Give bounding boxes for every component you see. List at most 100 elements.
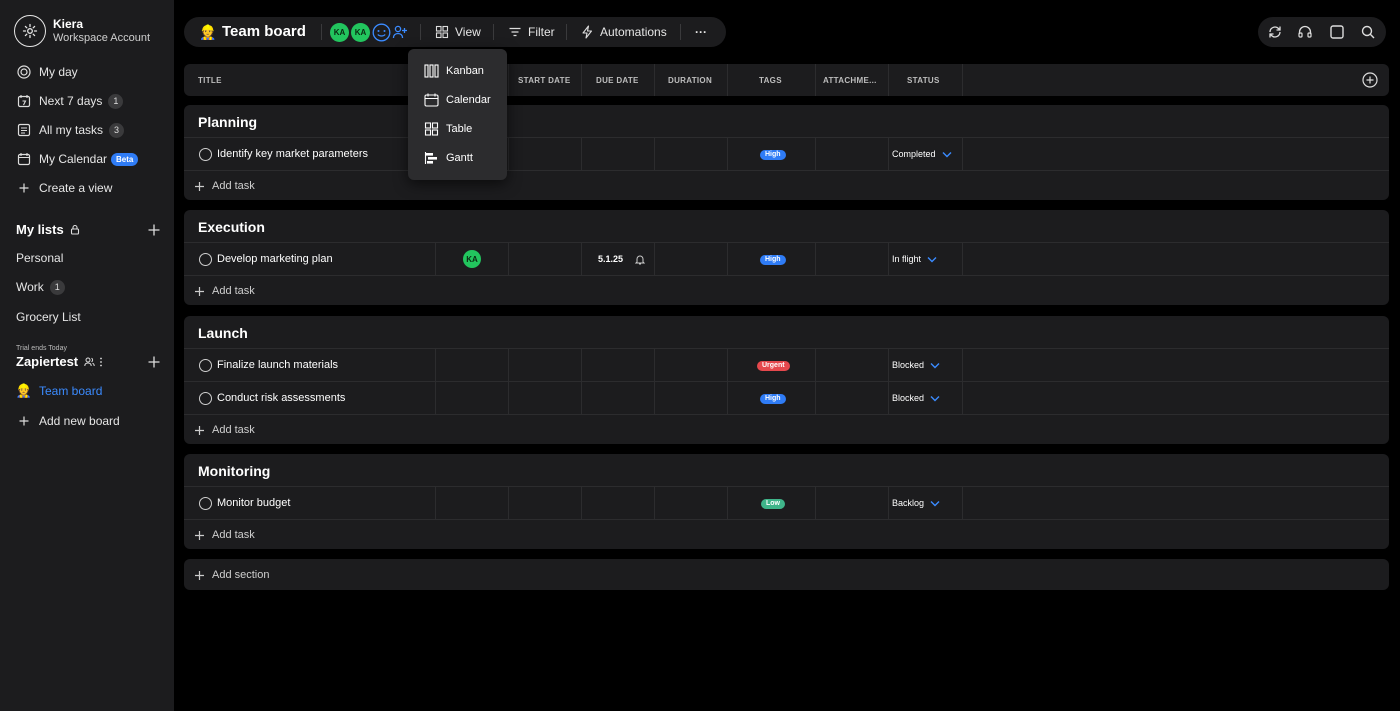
member-avatar[interactable]: KA bbox=[351, 23, 370, 42]
search-icon[interactable] bbox=[1360, 24, 1376, 40]
add-column-icon[interactable] bbox=[1362, 72, 1378, 88]
section-title[interactable]: Launch bbox=[198, 325, 248, 341]
table-row[interactable]: Identify key market parameters High Comple… bbox=[184, 137, 1389, 171]
sync-icon[interactable] bbox=[1267, 24, 1283, 40]
list-item-grocery[interactable]: Grocery List bbox=[16, 307, 81, 327]
col-title[interactable]: TITLE bbox=[198, 76, 222, 85]
table-icon bbox=[424, 122, 439, 136]
status-value: Completed bbox=[892, 149, 936, 159]
target-icon bbox=[16, 64, 32, 80]
priority-tag[interactable]: High bbox=[760, 255, 786, 265]
priority-tag[interactable]: High bbox=[760, 150, 786, 160]
filter-button[interactable]: Filter bbox=[508, 23, 555, 41]
priority-tag[interactable]: Urgent bbox=[757, 361, 790, 371]
status-dropdown[interactable]: Blocked bbox=[892, 393, 940, 403]
more-horizontal-icon: ··· bbox=[695, 25, 707, 39]
list-item-personal[interactable]: Personal bbox=[16, 248, 63, 268]
nav-my-day[interactable]: My day bbox=[16, 61, 78, 83]
nav-next-7-days[interactable]: Next 7 days 1 bbox=[16, 90, 124, 112]
status-dropdown[interactable]: Completed bbox=[892, 149, 952, 159]
team-icon bbox=[84, 357, 95, 366]
task-checkbox[interactable] bbox=[199, 497, 212, 510]
col-due-date[interactable]: DUE DATE bbox=[596, 76, 639, 85]
chevron-down-icon[interactable] bbox=[930, 500, 940, 507]
add-board-label: Add new board bbox=[39, 414, 120, 428]
smiley-icon[interactable] bbox=[372, 23, 391, 42]
task-name[interactable]: Develop marketing plan bbox=[217, 253, 333, 265]
beta-badge: Beta bbox=[111, 152, 139, 166]
status-dropdown[interactable]: Blocked bbox=[892, 360, 940, 370]
chevron-down-icon[interactable] bbox=[942, 151, 952, 158]
status-value: Blocked bbox=[892, 360, 925, 370]
headset-icon[interactable] bbox=[1297, 24, 1313, 40]
add-task-button[interactable]: Add task bbox=[194, 529, 255, 541]
add-task-button[interactable]: Add task bbox=[194, 424, 255, 436]
status-dropdown[interactable]: Backlog bbox=[892, 498, 940, 508]
assignee-avatar[interactable]: KA bbox=[463, 250, 481, 268]
task-checkbox[interactable] bbox=[199, 148, 212, 161]
col-duration[interactable]: DURATION bbox=[668, 76, 712, 85]
add-list-icon[interactable] bbox=[147, 223, 161, 237]
more-vertical-icon[interactable] bbox=[99, 357, 103, 367]
table-row[interactable]: Develop marketing plan KA 5.1.25 High In fli… bbox=[184, 242, 1389, 276]
status-dropdown[interactable]: In flight bbox=[892, 254, 937, 264]
add-board-plus-icon[interactable] bbox=[147, 355, 161, 369]
priority-tag[interactable]: Low bbox=[761, 499, 785, 509]
menu-item-calendar[interactable]: Calendar bbox=[424, 91, 491, 109]
add-task-button[interactable]: Add task bbox=[194, 285, 255, 297]
add-task-button[interactable]: Add task bbox=[194, 180, 255, 192]
add-task-row: Add task bbox=[184, 170, 1389, 200]
task-name[interactable]: Conduct risk assessments bbox=[217, 392, 345, 404]
kanban-icon bbox=[424, 64, 439, 78]
col-tags[interactable]: TAGS bbox=[759, 76, 782, 85]
status-value: In flight bbox=[892, 254, 922, 264]
table-row[interactable]: Finalize launch materials Urgent Blocked bbox=[184, 348, 1389, 382]
plus-icon bbox=[195, 570, 204, 580]
board-item-team-board[interactable]: 👷 Team board bbox=[16, 380, 102, 402]
section-title[interactable]: Monitoring bbox=[198, 463, 270, 479]
automations-button[interactable]: Automations bbox=[581, 23, 667, 41]
nav-create-view[interactable]: Create a view bbox=[16, 177, 112, 199]
section-title[interactable]: Execution bbox=[198, 219, 265, 235]
account-subtitle: Workspace Account bbox=[53, 32, 151, 44]
window-icon[interactable] bbox=[1329, 24, 1345, 40]
chevron-down-icon[interactable] bbox=[930, 362, 940, 369]
menu-item-table[interactable]: Table bbox=[424, 120, 472, 138]
task-checkbox[interactable] bbox=[199, 359, 212, 372]
table-row[interactable]: Conduct risk assessments High Blocked bbox=[184, 381, 1389, 415]
nav-all-my-tasks[interactable]: All my tasks 3 bbox=[16, 119, 125, 141]
priority-tag[interactable]: High bbox=[760, 394, 786, 404]
add-member-icon[interactable] bbox=[392, 24, 408, 40]
workspace-heading[interactable]: Zapiertest bbox=[16, 354, 103, 369]
nav-my-calendar[interactable]: My Calendar Beta bbox=[16, 148, 139, 170]
board-title[interactable]: Team board bbox=[222, 23, 306, 40]
bell-icon[interactable] bbox=[635, 254, 645, 265]
member-avatar[interactable]: KA bbox=[330, 23, 349, 42]
account-switcher[interactable]: Kiera Workspace Account bbox=[14, 15, 150, 47]
status-value: Backlog bbox=[892, 498, 925, 508]
col-attachments[interactable]: ATTACHME... bbox=[823, 76, 877, 85]
task-checkbox[interactable] bbox=[199, 253, 212, 266]
col-status[interactable]: STATUS bbox=[907, 76, 940, 85]
plus-icon bbox=[16, 180, 32, 196]
table-row[interactable]: Monitor budget Low Backlog bbox=[184, 486, 1389, 520]
account-name: Kiera bbox=[53, 17, 84, 31]
more-button[interactable]: ··· bbox=[695, 23, 707, 41]
table-header: TITLE START DATE DUE DATE DURATION TAGS … bbox=[184, 64, 1389, 96]
nav-label: My Calendar bbox=[39, 152, 108, 166]
list-item-work[interactable]: Work 1 bbox=[16, 277, 65, 297]
section-title[interactable]: Planning bbox=[198, 114, 257, 130]
task-name[interactable]: Identify key market parameters bbox=[217, 148, 368, 160]
chevron-down-icon[interactable] bbox=[930, 395, 940, 402]
col-start-date[interactable]: START DATE bbox=[518, 76, 570, 85]
task-name[interactable]: Monitor budget bbox=[217, 497, 290, 509]
task-name[interactable]: Finalize launch materials bbox=[217, 359, 338, 371]
due-date[interactable]: 5.1.25 bbox=[598, 254, 623, 264]
add-section-button[interactable]: Add section bbox=[184, 559, 1389, 590]
menu-item-kanban[interactable]: Kanban bbox=[424, 62, 484, 80]
task-checkbox[interactable] bbox=[199, 392, 212, 405]
menu-item-gantt[interactable]: Gantt bbox=[424, 149, 473, 167]
chevron-down-icon[interactable] bbox=[927, 256, 937, 263]
add-new-board-button[interactable]: Add new board bbox=[16, 410, 120, 432]
view-button[interactable]: View bbox=[435, 23, 481, 41]
